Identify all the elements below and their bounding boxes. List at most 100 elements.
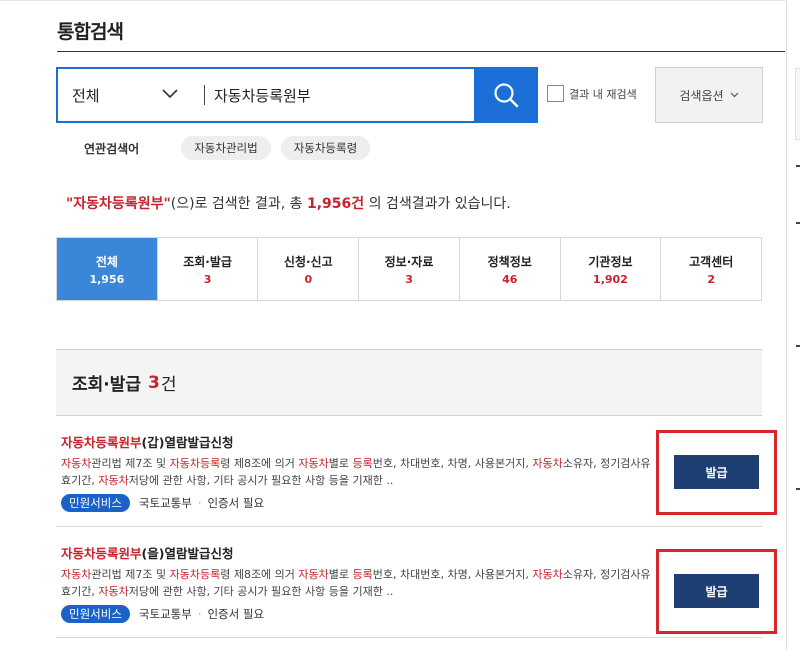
keyword-highlight: 등록 [353, 457, 373, 470]
re-search-toggle[interactable]: 결과 내 재검색 [547, 85, 637, 102]
tab-label: 고객센터 [689, 253, 733, 270]
search-button[interactable] [474, 67, 538, 123]
tab-label: 기관정보 [588, 253, 632, 270]
section-count: 3 [148, 373, 160, 393]
side-panel-mark [796, 165, 800, 167]
description-text: 령 제8조에 의거 [220, 568, 298, 581]
result-item: 자동차등록원부(갑)열람발급신청 자동차관리법 제7조 및 자동차등록령 제8조… [56, 416, 762, 527]
tab-application[interactable]: 신청·신고 0 [258, 238, 359, 300]
top-border [0, 0, 785, 1]
result-meta: 민원서비스 국토교통부 · 인증서 필요 [61, 605, 264, 623]
keyword-highlight: 자동차 [98, 585, 128, 598]
result-agency: 국토교통부 [139, 606, 192, 622]
keyword-highlight: 자동차등록 [170, 568, 221, 581]
result-description: 자동차관리법 제7조 및 자동차등록령 제8조에 의거 자동차별로 등록번호, … [61, 566, 651, 600]
keyword-highlight: 자동차등록 [170, 457, 221, 470]
issue-highlight-box: 발급 [656, 430, 777, 515]
tab-agency[interactable]: 기관정보 1,902 [561, 238, 662, 300]
result-description: 자동차관리법 제7조 및 자동차등록령 제8조에 의거 자동차별로 등록번호, … [61, 455, 651, 489]
keyword-highlight: 자동차 [532, 457, 562, 470]
meta-separator: · [198, 607, 202, 621]
related-keywords: 연관검색어 자동차관리법 자동차등록령 [84, 136, 380, 160]
related-keywords-label: 연관검색어 [84, 140, 139, 157]
result-title-highlight: 자동차등록원부 [61, 546, 142, 561]
tab-count: 0 [304, 273, 312, 286]
summary-text: (으)로 검색한 결과, 총 [171, 196, 307, 212]
search-icon [492, 81, 520, 109]
search-options-button[interactable]: 검색옵션 [655, 67, 763, 123]
tab-count: 2 [707, 273, 715, 286]
description-text: 번호, 차대번호, 차명, 사용본거지, [373, 568, 533, 581]
re-search-checkbox[interactable] [547, 85, 564, 102]
side-panel-mark [796, 345, 800, 347]
result-title-rest: (갑)열람발급신청 [142, 435, 234, 450]
search-divider [204, 85, 205, 105]
tab-lookup-issue[interactable]: 조회·발급 3 [158, 238, 259, 300]
summary-total-count: 1,956건 [307, 196, 364, 212]
description-text: 별로 [329, 568, 353, 581]
keyword-highlight: 자동차 [298, 568, 328, 581]
result-agency: 국토교통부 [139, 495, 192, 511]
section-header: 조회·발급 3 건 [56, 349, 762, 416]
search-bar: 전체 [56, 67, 538, 123]
right-side-panel [786, 0, 800, 650]
service-badge: 민원서비스 [61, 494, 130, 512]
description-text: 관리법 제7조 및 [91, 457, 169, 470]
result-meta: 민원서비스 국토교통부 · 인증서 필요 [61, 494, 264, 512]
chevron-down-icon [730, 92, 739, 98]
issue-highlight-box: 발급 [656, 549, 777, 634]
section-count-unit: 건 [161, 370, 177, 395]
description-text: 령 제8조에 의거 [220, 457, 298, 470]
search-result-summary: "자동차등록원부"(으)로 검색한 결과, 총 1,956건 의 검색결과가 있… [66, 193, 511, 213]
tab-count: 3 [405, 273, 413, 286]
search-scope-select[interactable]: 전체 [58, 69, 203, 121]
meta-separator: · [198, 496, 202, 510]
category-tabs: 전체 1,956 조회·발급 3 신청·신고 0 정보·자료 3 정책정보 46… [56, 237, 762, 301]
keyword-highlight: 등록 [353, 568, 373, 581]
issue-button[interactable]: 발급 [674, 574, 759, 608]
summary-quote-close: " [163, 196, 170, 212]
keyword-highlight: 자동차 [61, 457, 91, 470]
tab-all[interactable]: 전체 1,956 [57, 238, 158, 300]
keyword-highlight: 자동차 [532, 568, 562, 581]
section-title: 조회·발급 [72, 370, 141, 395]
description-text: 저당에 관한 사항, 기타 공시가 필요한 사항 등을 기재한 .. [129, 474, 394, 487]
keyword-highlight: 자동차 [298, 457, 328, 470]
tab-label: 조회·발급 [183, 253, 232, 270]
result-title[interactable]: 자동차등록원부(갑)열람발급신청 [61, 432, 233, 451]
result-cert-required: 인증서 필요 [207, 606, 264, 622]
page-title: 통합검색 [57, 17, 123, 44]
side-panel-mark [796, 488, 800, 490]
side-panel-box [795, 68, 800, 140]
search-scope-value: 전체 [72, 85, 100, 106]
description-text: 번호, 차대번호, 차명, 사용본거지, [373, 457, 533, 470]
tab-count: 46 [502, 273, 517, 286]
keyword-highlight: 자동차 [61, 568, 91, 581]
search-options-label: 검색옵션 [679, 87, 723, 104]
result-title-highlight: 자동차등록원부 [61, 435, 142, 450]
summary-keyword: 자동차등록원부 [73, 196, 163, 212]
side-panel-mark [796, 222, 800, 224]
result-item: 자동차등록원부(을)열람발급신청 자동차관리법 제7조 및 자동차등록령 제8조… [56, 527, 762, 638]
chevron-down-icon [162, 87, 178, 101]
related-keyword-tag[interactable]: 자동차등록령 [281, 136, 370, 160]
issue-button[interactable]: 발급 [674, 455, 759, 489]
result-title[interactable]: 자동차등록원부(을)열람발급신청 [61, 543, 233, 562]
tab-info-data[interactable]: 정보·자료 3 [359, 238, 460, 300]
search-input[interactable] [214, 69, 474, 121]
keyword-highlight: 자동차 [98, 474, 128, 487]
tab-count: 3 [204, 273, 212, 286]
tab-count: 1,956 [89, 273, 124, 286]
tab-label: 전체 [96, 253, 118, 270]
tab-label: 정보·자료 [385, 253, 434, 270]
description-text: 별로 [329, 457, 353, 470]
tab-policy[interactable]: 정책정보 46 [460, 238, 561, 300]
related-keyword-tag[interactable]: 자동차관리법 [181, 136, 270, 160]
result-title-rest: (을)열람발급신청 [142, 546, 234, 561]
service-badge: 민원서비스 [61, 605, 130, 623]
title-divider [57, 51, 785, 52]
tab-customer-center[interactable]: 고객센터 2 [661, 238, 761, 300]
re-search-label: 결과 내 재검색 [569, 86, 637, 102]
tab-label: 정책정보 [488, 253, 532, 270]
tab-count: 1,902 [593, 273, 628, 286]
